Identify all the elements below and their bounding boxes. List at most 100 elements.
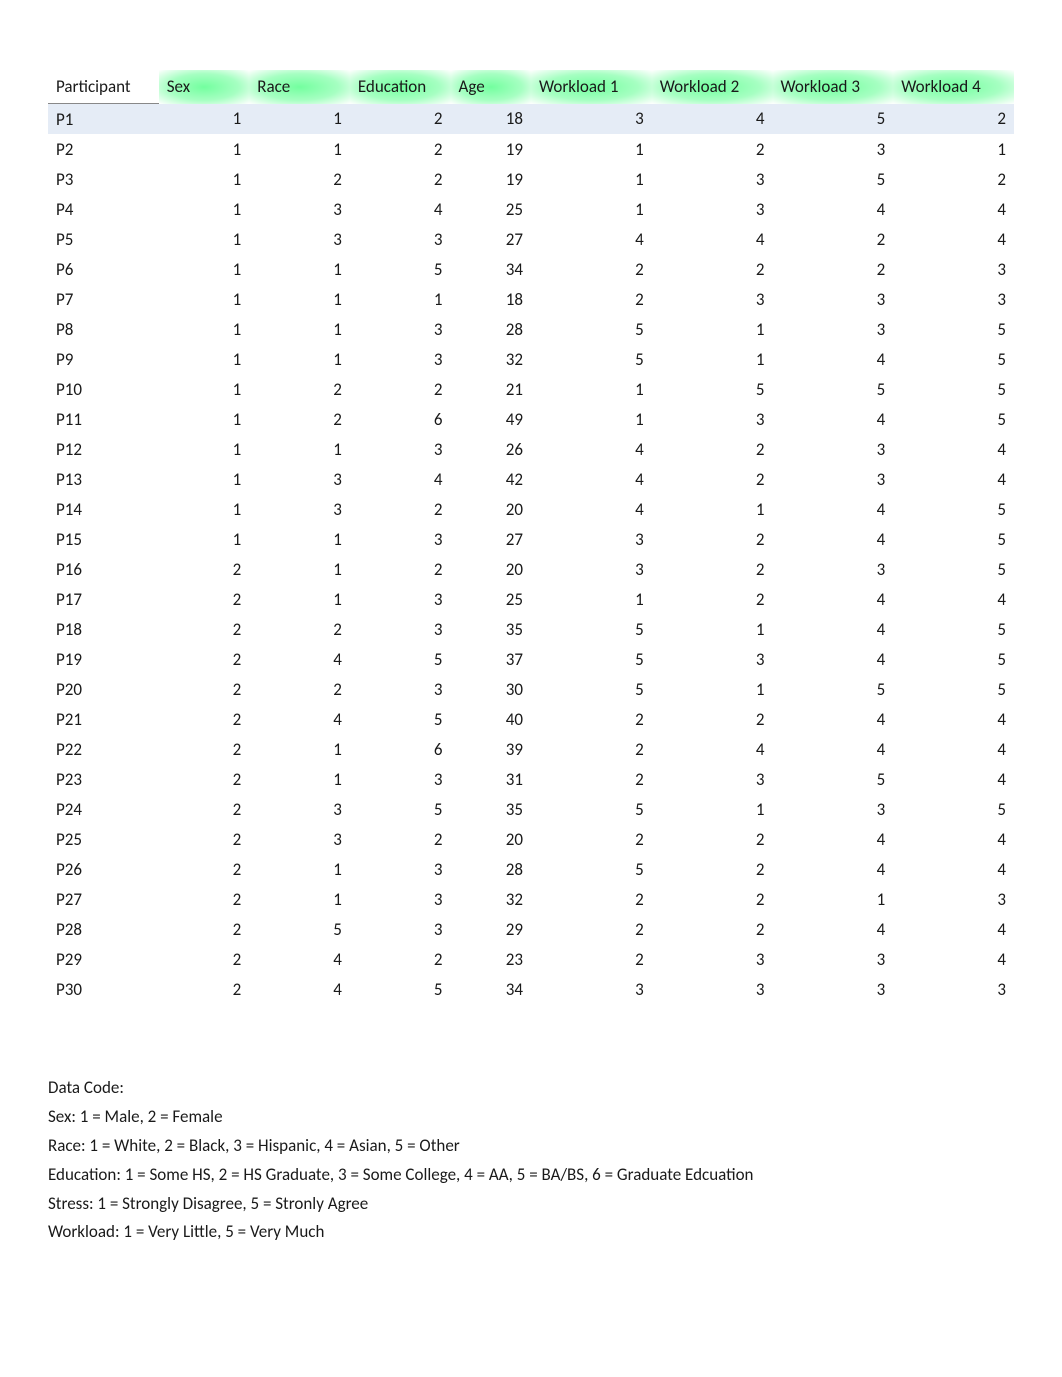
cell-education: 2 [350, 164, 451, 194]
cell-workload-4: 3 [893, 284, 1014, 314]
cell-sex: 2 [159, 974, 250, 1004]
table-row: P19245375345 [48, 644, 1014, 674]
cell-participant: P14 [48, 494, 159, 524]
cell-race: 1 [249, 584, 350, 614]
cell-participant: P15 [48, 524, 159, 554]
cell-workload-2: 2 [652, 884, 773, 914]
cell-workload-4: 4 [893, 224, 1014, 254]
cell-workload-2: 1 [652, 794, 773, 824]
cell-sex: 2 [159, 824, 250, 854]
cell-workload-2: 4 [652, 104, 773, 135]
cell-race: 3 [249, 494, 350, 524]
cell-workload-2: 3 [652, 974, 773, 1004]
cell-race: 2 [249, 614, 350, 644]
cell-sex: 2 [159, 704, 250, 734]
cell-race: 3 [249, 224, 350, 254]
cell-workload-4: 4 [893, 824, 1014, 854]
cell-age: 23 [451, 944, 532, 974]
cell-workload-4: 2 [893, 164, 1014, 194]
cell-education: 2 [350, 134, 451, 164]
cell-age: 42 [451, 464, 532, 494]
table-row: P17213251244 [48, 584, 1014, 614]
cell-workload-1: 5 [531, 854, 652, 884]
cell-workload-3: 1 [773, 884, 894, 914]
cell-race: 1 [249, 854, 350, 884]
cell-workload-1: 5 [531, 614, 652, 644]
cell-workload-2: 3 [652, 284, 773, 314]
cell-sex: 2 [159, 584, 250, 614]
cell-participant: P19 [48, 644, 159, 674]
table-row: P20223305155 [48, 674, 1014, 704]
cell-age: 20 [451, 824, 532, 854]
cell-workload-4: 5 [893, 674, 1014, 704]
cell-workload-2: 2 [652, 434, 773, 464]
cell-education: 3 [350, 764, 451, 794]
cell-education: 2 [350, 494, 451, 524]
cell-workload-1: 1 [531, 584, 652, 614]
cell-sex: 1 [159, 404, 250, 434]
cell-sex: 1 [159, 494, 250, 524]
table-row: P1112183452 [48, 104, 1014, 135]
cell-participant: P5 [48, 224, 159, 254]
table-row: P30245343333 [48, 974, 1014, 1004]
cell-age: 37 [451, 644, 532, 674]
cell-race: 2 [249, 404, 350, 434]
cell-workload-4: 5 [893, 404, 1014, 434]
cell-sex: 1 [159, 104, 250, 135]
cell-education: 3 [350, 674, 451, 704]
cell-participant: P21 [48, 704, 159, 734]
cell-participant: P4 [48, 194, 159, 224]
cell-education: 2 [350, 374, 451, 404]
table-row: P24235355135 [48, 794, 1014, 824]
cell-age: 20 [451, 554, 532, 584]
cell-age: 35 [451, 614, 532, 644]
cell-race: 4 [249, 974, 350, 1004]
cell-race: 1 [249, 254, 350, 284]
header-workload-3: Workload 3 [773, 70, 894, 104]
cell-workload-1: 5 [531, 314, 652, 344]
cell-education: 3 [350, 854, 451, 884]
cell-education: 3 [350, 584, 451, 614]
cell-workload-3: 2 [773, 254, 894, 284]
cell-workload-2: 1 [652, 494, 773, 524]
data-table: Participant Sex Race Education Age Workl… [48, 70, 1014, 1004]
cell-workload-4: 4 [893, 194, 1014, 224]
cell-age: 19 [451, 134, 532, 164]
table-row: P27213322213 [48, 884, 1014, 914]
cell-workload-4: 4 [893, 464, 1014, 494]
cell-age: 28 [451, 314, 532, 344]
cell-education: 3 [350, 524, 451, 554]
cell-workload-2: 3 [652, 944, 773, 974]
cell-race: 1 [249, 134, 350, 164]
cell-workload-3: 4 [773, 854, 894, 884]
cell-sex: 1 [159, 434, 250, 464]
cell-education: 3 [350, 314, 451, 344]
cell-participant: P11 [48, 404, 159, 434]
table-row: P6115342223 [48, 254, 1014, 284]
cell-workload-4: 5 [893, 344, 1014, 374]
cell-education: 3 [350, 344, 451, 374]
cell-workload-3: 3 [773, 464, 894, 494]
cell-participant: P18 [48, 614, 159, 644]
cell-education: 2 [350, 824, 451, 854]
cell-workload-4: 5 [893, 374, 1014, 404]
cell-workload-3: 4 [773, 524, 894, 554]
cell-workload-2: 2 [652, 704, 773, 734]
cell-education: 3 [350, 884, 451, 914]
cell-workload-3: 5 [773, 764, 894, 794]
cell-workload-4: 4 [893, 584, 1014, 614]
cell-workload-1: 1 [531, 374, 652, 404]
cell-workload-3: 4 [773, 734, 894, 764]
table-row: P7111182333 [48, 284, 1014, 314]
cell-workload-2: 2 [652, 914, 773, 944]
cell-workload-3: 5 [773, 164, 894, 194]
cell-workload-2: 2 [652, 854, 773, 884]
cell-workload-2: 4 [652, 224, 773, 254]
table-row: P4134251344 [48, 194, 1014, 224]
cell-workload-2: 3 [652, 764, 773, 794]
table-row: P14132204145 [48, 494, 1014, 524]
cell-education: 3 [350, 914, 451, 944]
codes-sex: Sex: 1 = Male, 2 = Female [48, 1103, 1014, 1132]
table-row: P21245402244 [48, 704, 1014, 734]
cell-education: 5 [350, 254, 451, 284]
